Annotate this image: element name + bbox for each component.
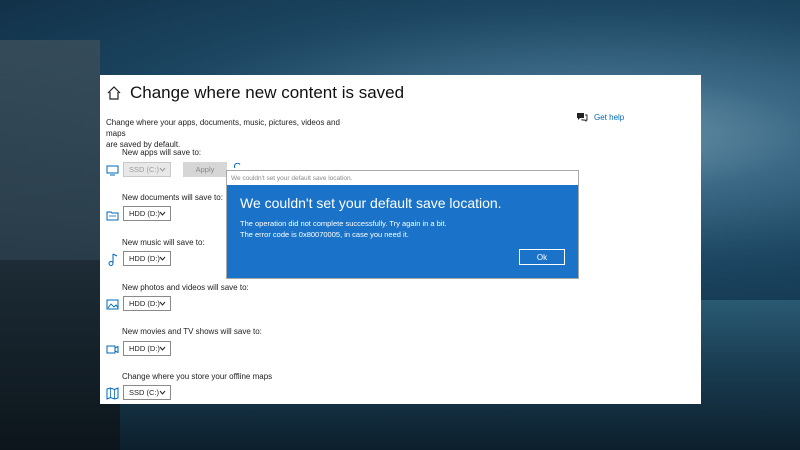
page-header: Change where new content is saved (106, 81, 404, 105)
photos-location-value: HDD (D:) (129, 299, 160, 308)
page-title: Change where new content is saved (130, 83, 405, 102)
music-location-dropdown[interactable]: HDD (D:) (123, 251, 171, 266)
maps-location-dropdown[interactable]: SSD (C:) (123, 385, 171, 400)
dialog-message-line-1: The operation did not complete successfu… (240, 219, 447, 228)
error-dialog: We couldn't set your default save locati… (226, 170, 579, 279)
setting-label-documents: New documents will save to: (122, 193, 223, 202)
setting-label-apps: New apps will save to: (122, 148, 202, 157)
setting-label-photos: New photos and videos will save to: (122, 283, 249, 292)
setting-label-music: New music will save to: (122, 238, 205, 247)
movies-location-dropdown[interactable]: HDD (D:) (123, 341, 171, 356)
page-description: Change where your apps, documents, music… (106, 117, 346, 150)
dialog-title-bar: We couldn't set your default save locati… (227, 171, 578, 185)
maps-location-value: SSD (C:) (129, 388, 159, 397)
ok-button[interactable]: Ok (519, 249, 565, 265)
apps-location-dropdown[interactable]: SSD (C:) (123, 162, 171, 177)
chevron-down-icon (159, 346, 166, 351)
apps-location-value: SSD (C:) (129, 165, 159, 174)
chevron-down-icon (159, 211, 166, 216)
movies-location-value: HDD (D:) (129, 344, 160, 353)
chevron-down-icon (159, 301, 166, 306)
setting-label-movies: New movies and TV shows will save to: (122, 327, 262, 336)
chevron-down-icon (159, 390, 166, 395)
documents-location-dropdown[interactable]: HDD (D:) (123, 206, 171, 221)
dialog-message: The operation did not complete successfu… (240, 218, 447, 240)
get-help-link[interactable]: Get help (576, 112, 624, 122)
get-help-label[interactable]: Get help (594, 113, 624, 122)
dialog-heading: We couldn't set your default save locati… (240, 195, 502, 211)
map-icon (106, 387, 119, 400)
photos-location-dropdown[interactable]: HDD (D:) (123, 296, 171, 311)
image-icon (106, 299, 119, 310)
setting-label-maps: Change where you store your offline maps (122, 372, 273, 381)
background-house (0, 40, 100, 270)
chevron-down-icon (159, 167, 166, 172)
music-location-value: HDD (D:) (129, 254, 160, 263)
folder-icon (106, 211, 119, 221)
chat-bubble-icon (577, 113, 588, 122)
monitor-icon (106, 165, 119, 176)
chevron-down-icon (159, 256, 166, 261)
dialog-message-line-2: The error code is 0x80070005, in case yo… (240, 230, 409, 239)
music-note-icon (108, 253, 118, 266)
documents-location-value: HDD (D:) (129, 209, 160, 218)
home-icon[interactable] (106, 85, 122, 101)
apply-button[interactable]: Apply (183, 162, 227, 177)
description-line-1: Change where your apps, documents, music… (106, 118, 340, 138)
video-camera-icon (106, 345, 119, 354)
